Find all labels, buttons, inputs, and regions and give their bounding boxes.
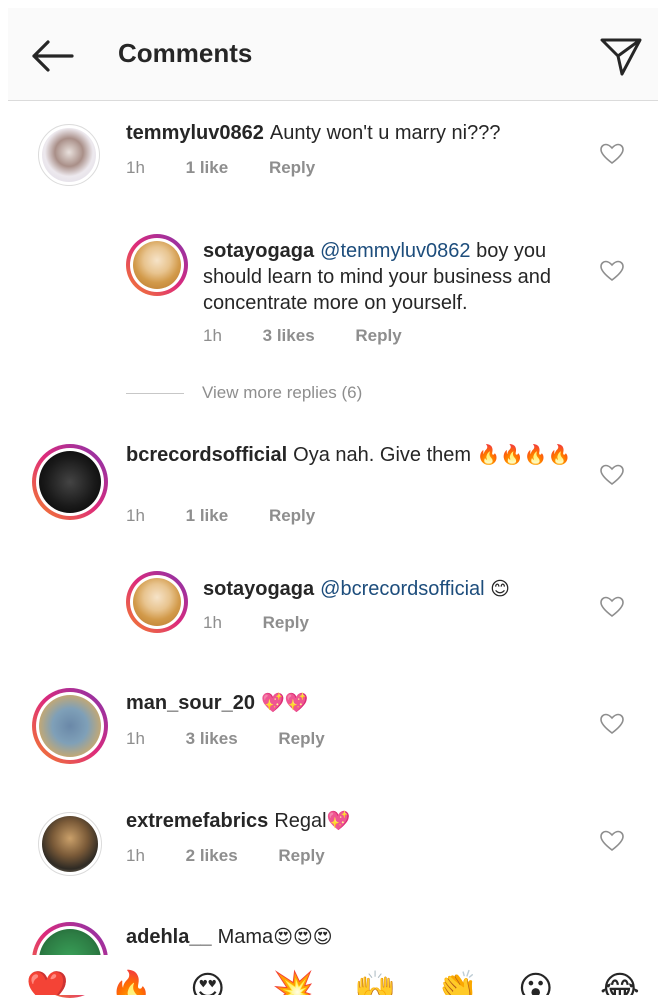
comment-username[interactable]: bcrecordsofficial: [126, 444, 287, 466]
emoji-button[interactable]: 😮: [518, 969, 553, 995]
avatar[interactable]: [38, 124, 100, 186]
heart-icon[interactable]: [600, 713, 624, 735]
comment-time: 1h: [126, 506, 145, 525]
avatar[interactable]: [32, 688, 108, 764]
comment-username[interactable]: sotayogaga: [203, 578, 314, 600]
view-more-replies-button[interactable]: View more replies (6): [126, 383, 362, 403]
reply-button[interactable]: Reply: [269, 506, 315, 525]
comment-username[interactable]: extremefabrics: [126, 810, 268, 832]
emoji-button[interactable]: 🙌: [354, 969, 396, 995]
avatar[interactable]: [38, 812, 102, 876]
emoji-button[interactable]: 😂: [600, 969, 640, 995]
comment-text: Aunty won't u marry ni???: [269, 122, 501, 144]
comments-header: Comments: [8, 8, 658, 101]
emoji-quick-bar: ❤️ 🔥 😍 💥 🙌 👏 😮 😂: [0, 955, 658, 995]
emoji-button[interactable]: 💥: [272, 969, 314, 995]
comment-time: 1h: [203, 613, 222, 632]
mention-link[interactable]: @temmyluv0862: [320, 240, 470, 262]
emoji-button[interactable]: ❤️: [26, 969, 68, 995]
page-title: Comments: [118, 38, 253, 68]
heart-icon[interactable]: [600, 596, 624, 618]
heart-icon[interactable]: [600, 260, 624, 282]
heart-icon[interactable]: [600, 830, 624, 852]
comment-text: Oya nah. Give them: [293, 444, 472, 466]
comment-likes[interactable]: 1 like: [186, 158, 229, 177]
comment-text: Regal: [274, 810, 327, 832]
avatar[interactable]: [126, 571, 188, 633]
comment-username[interactable]: adehla__: [126, 926, 212, 948]
reply-button[interactable]: Reply: [278, 729, 324, 748]
comment-username[interactable]: temmyluv0862: [126, 122, 264, 144]
send-icon[interactable]: [598, 32, 644, 78]
emoji-text: 💖: [326, 811, 351, 832]
emoji-text: 😍😍😍: [273, 927, 333, 948]
mention-link[interactable]: @bcrecordsofficial: [320, 578, 484, 600]
emoji-button[interactable]: 😍: [190, 969, 225, 995]
comment-likes[interactable]: 3 likes: [186, 729, 238, 748]
heart-icon[interactable]: [600, 143, 624, 165]
heart-icon[interactable]: [600, 464, 624, 486]
emoji-button[interactable]: 👏: [436, 969, 478, 995]
comment-likes[interactable]: 2 likes: [186, 846, 238, 865]
reply-button[interactable]: Reply: [355, 326, 401, 345]
comment-username[interactable]: man_sour_20: [126, 692, 255, 714]
reply-button[interactable]: Reply: [269, 158, 315, 177]
comment-time: 1h: [126, 729, 145, 748]
avatar[interactable]: [32, 444, 108, 520]
emoji-text: 🔥🔥🔥🔥: [476, 445, 572, 466]
comment-text: Mama: [217, 926, 274, 948]
back-arrow-icon[interactable]: [28, 36, 76, 76]
comment-likes[interactable]: 1 like: [186, 506, 229, 525]
emoji-text: 😊: [490, 579, 510, 600]
comment-time: 1h: [126, 158, 145, 177]
comment-time: 1h: [203, 326, 222, 345]
emoji-button[interactable]: 🔥: [110, 969, 152, 995]
divider: [126, 393, 184, 395]
reply-button[interactable]: Reply: [263, 613, 309, 632]
emoji-text: 💖💖: [260, 693, 309, 714]
reply-button[interactable]: Reply: [278, 846, 324, 865]
comment-time: 1h: [126, 846, 145, 865]
comment-username[interactable]: sotayogaga: [203, 240, 314, 262]
comment-likes[interactable]: 3 likes: [263, 326, 315, 345]
avatar[interactable]: [126, 234, 188, 296]
